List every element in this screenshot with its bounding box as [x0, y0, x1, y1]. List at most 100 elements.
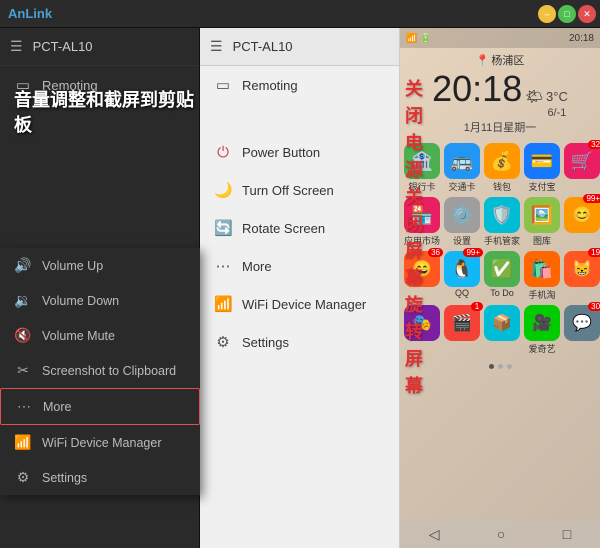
phone-status-bar: 📶 🔋 20:18 — [400, 28, 600, 48]
main-area: ☰ PCT-AL10 ▭ Remoting 音量调整和截屏到剪贴板 🔊 Volu… — [0, 28, 600, 548]
dropdown-menu: 🔊 Volume Up 🔉 Volume Down 🔇 Volume Mute … — [0, 248, 200, 495]
middle-panel-header: ☰ PCT-AL10 — [200, 28, 399, 66]
list-item[interactable]: ✅ To Do — [484, 251, 520, 301]
phone-home-button[interactable]: ○ — [497, 526, 505, 542]
middle-remoting-label: Remoting — [242, 78, 298, 93]
app-icon-img: 🛍️ — [524, 251, 560, 287]
weather-icon: 🌤 — [525, 88, 543, 105]
remoting-label: Remoting — [42, 78, 98, 93]
list-item[interactable]: 😄 36 — [404, 251, 440, 301]
status-left: 📶 🔋 — [406, 33, 431, 44]
wifi-device-icon: 📶 — [14, 434, 32, 451]
app-icon-img: 😸 19 — [564, 251, 600, 287]
volume-down-icon: 🔉 — [14, 292, 32, 309]
page-dots — [400, 361, 600, 372]
screenshot-icon: ✂ — [14, 362, 32, 379]
middle-settings-icon: ⚙ — [214, 333, 232, 351]
volume-mute-label: Volume Mute — [42, 329, 115, 343]
list-item[interactable]: 🎬 1 — [444, 305, 480, 355]
status-time: 20:18 — [569, 33, 594, 44]
app-grid: 🏦 银行卡 🚌 交通卡 💰 钱包 — [400, 137, 600, 361]
list-item[interactable]: 🛒 32 — [564, 143, 600, 193]
app-icon-img: 📦 — [484, 305, 520, 341]
app-icon-img: 🛡️ — [484, 197, 520, 233]
volume-up-icon: 🔊 — [14, 257, 32, 274]
minimize-button[interactable]: – — [538, 5, 556, 23]
app-icon-img: 🖼️ — [524, 197, 560, 233]
list-item[interactable]: 🐧 99+ QQ — [444, 251, 480, 301]
app-icon-img: 🏦 — [404, 143, 440, 179]
list-item[interactable]: 💬 30 — [564, 305, 600, 355]
middle-remoting-icon: ▭ — [214, 76, 232, 94]
middle-settings-label: Settings — [242, 335, 289, 350]
app-icon-img: 💰 — [484, 143, 520, 179]
maximize-button[interactable]: □ — [558, 5, 576, 23]
screenshot-label: Screenshot to Clipboard — [42, 364, 176, 378]
list-item[interactable]: 🚌 交通卡 — [444, 143, 480, 193]
list-item[interactable]: 📦 — [484, 305, 520, 355]
list-item[interactable]: 🏦 银行卡 — [404, 143, 440, 193]
nav-item-remoting[interactable]: ▭ Remoting — [0, 66, 199, 104]
app-icon-img: 🛒 32 — [564, 143, 600, 179]
dropdown-volume-down[interactable]: 🔉 Volume Down — [0, 283, 200, 318]
list-item[interactable]: 😸 19 — [564, 251, 600, 301]
list-item[interactable]: 🖼️ 图库 — [524, 197, 560, 247]
middle-settings[interactable]: ⚙ Settings — [200, 323, 399, 361]
left-panel-title: PCT-AL10 — [33, 39, 93, 54]
middle-power-icon: ⏻ — [214, 144, 232, 161]
dropdown-volume-mute[interactable]: 🔇 Volume Mute — [0, 318, 200, 353]
list-item[interactable]: 🎥 爱奇艺 — [524, 305, 560, 355]
app-icon-img: 🎬 1 — [444, 305, 480, 341]
clock-date: 1月11日星期一 — [400, 119, 600, 135]
middle-more[interactable]: ⋯ More — [200, 247, 399, 285]
list-item[interactable]: 💳 支付宝 — [524, 143, 560, 193]
list-item[interactable]: 🏪 应用市场 — [404, 197, 440, 247]
app-icon-img: ✅ — [484, 251, 520, 287]
left-panel-header: ☰ PCT-AL10 — [0, 28, 199, 66]
close-button[interactable]: ✕ — [578, 5, 596, 23]
temperature: 3°C 6/-1 — [546, 89, 568, 119]
volume-up-label: Volume Up — [42, 259, 103, 273]
app-logo: AnLink — [8, 6, 52, 21]
middle-power-label: Power Button — [242, 145, 320, 160]
more-icon: ⋯ — [15, 398, 33, 415]
hamburger-icon[interactable]: ☰ — [10, 38, 23, 55]
dot-2 — [498, 364, 503, 369]
app-icon-img: 🚌 — [444, 143, 480, 179]
list-item[interactable]: 🎭 — [404, 305, 440, 355]
middle-more-icon: ⋯ — [214, 257, 232, 275]
volume-down-label: Volume Down — [42, 294, 119, 308]
dropdown-more[interactable]: ⋯ More — [0, 388, 200, 425]
app-icon-img: 💬 30 — [564, 305, 600, 341]
phone-recent-button[interactable]: □ — [563, 526, 571, 542]
app-icon-img: 🎭 — [404, 305, 440, 341]
list-item[interactable]: 🛍️ 手机淘 — [524, 251, 560, 301]
list-item[interactable]: 😊 99+ — [564, 197, 600, 247]
title-bar: AnLink – □ ✕ — [0, 0, 600, 28]
middle-rotate[interactable]: 🔄 Rotate Screen — [200, 209, 399, 247]
phone-screen: 📶 🔋 20:18 📍 杨浦区 20:18 🌤 3°C — [400, 28, 600, 548]
middle-remoting[interactable]: ▭ Remoting — [200, 66, 399, 104]
middle-wifi[interactable]: 📶 WiFi Device Manager — [200, 285, 399, 323]
dropdown-volume-up[interactable]: 🔊 Volume Up — [0, 248, 200, 283]
dropdown-wifi-device[interactable]: 📶 WiFi Device Manager — [0, 425, 200, 460]
dropdown-screenshot[interactable]: ✂ Screenshot to Clipboard — [0, 353, 200, 388]
list-item[interactable]: 💰 钱包 — [484, 143, 520, 193]
middle-wifi-icon: 📶 — [214, 295, 232, 313]
app-icon-img: ⚙️ — [444, 197, 480, 233]
phone-back-button[interactable]: ◁ — [429, 526, 440, 543]
list-item[interactable]: 🛡️ 手机管家 — [484, 197, 520, 247]
settings-label: Settings — [42, 471, 87, 485]
list-item[interactable]: ⚙️ 设置 — [444, 197, 480, 247]
middle-hamburger-icon[interactable]: ☰ — [210, 38, 223, 55]
middle-turnoff[interactable]: 🌙 Turn Off Screen — [200, 171, 399, 209]
app-icon-img: 😄 36 — [404, 251, 440, 287]
remoting-icon: ▭ — [14, 76, 32, 94]
more-label: More — [43, 400, 71, 414]
app-icon-img: 💳 — [524, 143, 560, 179]
middle-turnoff-icon: 🌙 — [214, 181, 232, 199]
left-panel: ☰ PCT-AL10 ▭ Remoting 音量调整和截屏到剪贴板 🔊 Volu… — [0, 28, 200, 548]
middle-power[interactable]: ⏻ Power Button — [200, 134, 399, 171]
right-panel: 📶 🔋 20:18 📍 杨浦区 20:18 🌤 3°C — [400, 28, 600, 548]
dropdown-settings[interactable]: ⚙ Settings — [0, 460, 200, 495]
